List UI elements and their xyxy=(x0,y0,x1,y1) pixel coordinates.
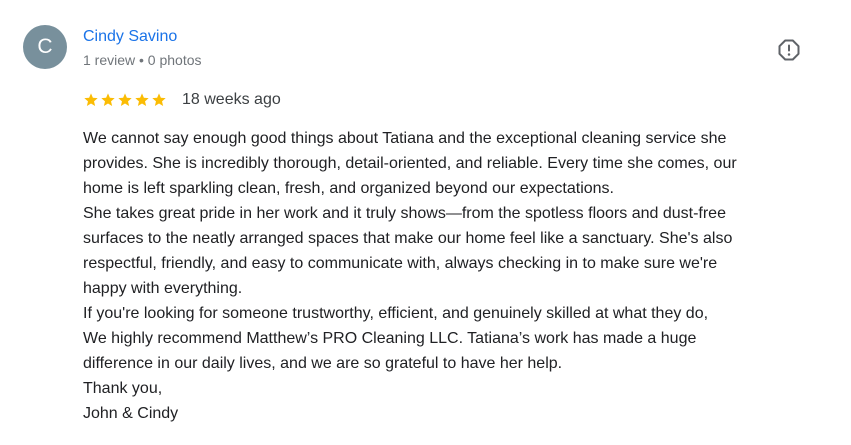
review-text-line: difference in our daily lives, and we ar… xyxy=(83,355,563,372)
review-text-line: We cannot say enough good things about T… xyxy=(83,130,727,147)
review-text-line: happy with everything. xyxy=(83,280,243,297)
review-text-line: respectful, friendly, and easy to commun… xyxy=(83,255,718,272)
avatar[interactable]: C xyxy=(23,25,67,69)
review-card: C Cindy Savino 1 review • 0 photos 18 we… xyxy=(0,0,851,445)
review-text-line: We highly recommend Matthew’s PRO Cleani… xyxy=(83,330,697,347)
report-review-button[interactable] xyxy=(773,34,805,66)
reviewer-stats: 1 review • 0 photos xyxy=(83,52,202,68)
review-text-line: Thank you, xyxy=(83,380,163,397)
report-flag-icon xyxy=(778,39,800,61)
star-rating xyxy=(83,92,167,108)
review-text: We cannot say enough good things about T… xyxy=(83,126,823,426)
star-icon xyxy=(101,93,115,106)
star-icon xyxy=(135,93,149,106)
review-text-line: surfaces to the neatly arranged spaces t… xyxy=(83,230,733,247)
rating-row: 18 weeks ago xyxy=(83,90,281,110)
review-text-line: She takes great pride in her work and it… xyxy=(83,205,726,222)
star-icon xyxy=(118,93,132,106)
review-date: 18 weeks ago xyxy=(182,91,281,108)
star-icon xyxy=(152,93,166,106)
star-icon xyxy=(84,93,98,106)
review-text-line: John & Cindy xyxy=(83,405,179,422)
review-text-line: If you're looking for someone trustworth… xyxy=(83,305,709,322)
reviewer-name[interactable]: Cindy Savino xyxy=(83,27,177,47)
review-text-line: provides. She is incredibly thorough, de… xyxy=(83,155,737,172)
review-text-line: home is left sparkling clean, fresh, and… xyxy=(83,180,614,197)
